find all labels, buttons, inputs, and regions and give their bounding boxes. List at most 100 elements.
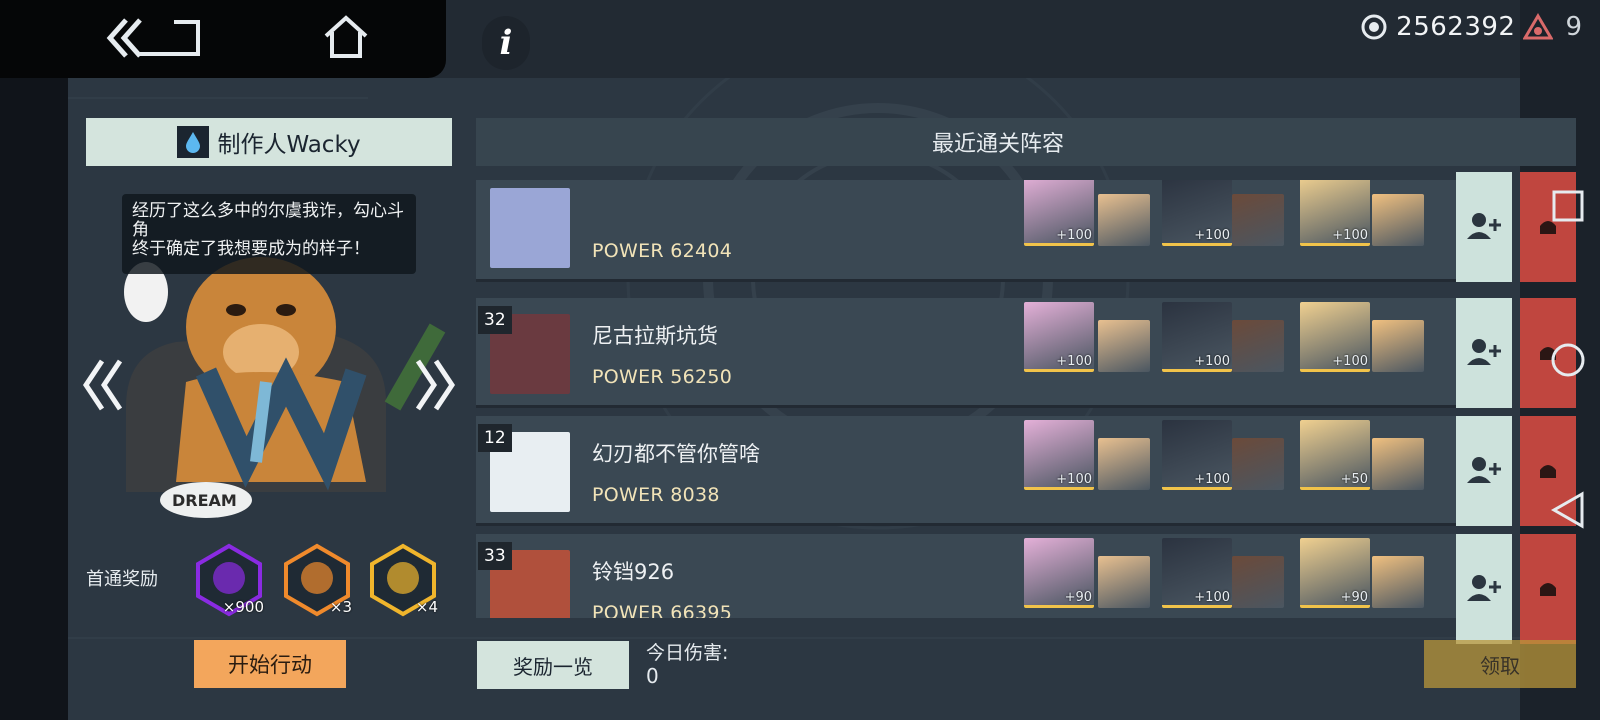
hero-portrait[interactable]: +100 [1162,538,1232,608]
add-friend-button[interactable] [1456,172,1512,282]
lineup-row[interactable]: POWER 62404 +100 +100 +100 [476,180,1456,282]
hero-level: +100 [1056,472,1092,487]
hero-portrait[interactable] [1232,438,1284,490]
add-user-icon [1467,456,1501,483]
reward-quantity: ×4 [415,598,438,616]
recent-apps-icon[interactable] [1552,190,1584,222]
reward-quantity: ×3 [329,598,352,616]
top-bar [0,0,446,78]
author-bar: 制作人Wacky [86,118,452,166]
hero-portrait[interactable] [1372,320,1424,372]
player-name: 幻刃都不管你管啥 [592,442,760,466]
reward-item[interactable]: ×3 [278,540,356,618]
hero-level: +50 [1340,472,1368,487]
hero-portrait[interactable] [1232,194,1284,246]
system-back-icon[interactable] [1550,491,1584,529]
hero-portrait[interactable] [1372,556,1424,608]
home-icon [324,15,368,58]
alarm-icon [1540,582,1556,596]
hero-portrait[interactable]: +100 [1162,302,1232,372]
report-button[interactable] [1520,534,1576,644]
hero-level: +100 [1194,590,1230,605]
system-home-icon[interactable] [1551,343,1585,377]
previous-arrow-icon[interactable] [82,355,124,415]
speech-text: 经历了这么多中的尔虞我诈，勾心斗角 终于确定了我想要成为的样子！ [132,201,404,259]
hero-portrait[interactable]: +50 [1300,420,1370,490]
add-user-icon [1467,574,1501,601]
recent-lineup-header: 最近通关阵容 [476,118,1576,166]
hero-portrait[interactable] [1098,438,1150,490]
speech-bubble: 经历了这么多中的尔虞我诈，勾心斗角 终于确定了我想要成为的样子！ [122,194,416,274]
hero-portrait[interactable]: +100 [1162,180,1232,246]
team-power: POWER 8038 [592,484,720,506]
hero-portrait[interactable]: +100 [1162,420,1232,490]
hero-portrait[interactable] [1098,320,1150,372]
currency-bar: 2562392 9 [1360,6,1600,48]
game-screen: SDQ-GENE i 2562392 9 [0,0,1600,720]
add-friend-button[interactable] [1456,416,1512,526]
ticket-count: 9 [1565,12,1582,42]
hero-level: +100 [1332,228,1368,243]
lineup-row[interactable]: 32 尼古拉斯坑货 POWER 56250 +100 +100 +100 [476,298,1456,408]
hero-portrait[interactable]: +90 [1300,538,1370,608]
hero-level: +100 [1332,354,1368,369]
team-power: POWER 66395 [592,602,733,618]
boss-portrait: DREAM [86,232,458,532]
author-name: 制作人Wacky [217,132,361,158]
reward-item[interactable]: ×4 [364,540,442,618]
today-damage-value: 0 [646,664,659,688]
add-friend-button[interactable] [1456,298,1512,408]
player-name: 铃铛926 [592,560,675,584]
player-name: 尼古拉斯坑货 [592,324,718,348]
reward-quantity: ×900 [222,598,264,616]
first-clear-reward-label: 首通奖励 [86,569,158,590]
lineup-row[interactable]: 12 幻刃都不管你管啥 POWER 8038 +100 +100 +50 [476,416,1456,526]
water-drop-icon [177,126,210,158]
player-level: 33 [478,542,512,570]
hero-portrait[interactable]: +100 [1300,302,1370,372]
hero-portrait[interactable] [1232,556,1284,608]
system-nav-bar [1550,190,1585,529]
hero-level: +90 [1340,590,1368,605]
hero-level: +100 [1194,228,1230,243]
hero-portrait[interactable]: +100 [1024,302,1094,372]
hero-level: +100 [1056,354,1092,369]
hero-portrait[interactable]: +100 [1024,180,1094,246]
hero-level: +100 [1056,228,1092,243]
recent-lineup-title: 最近通关阵容 [931,132,1064,157]
hero-portrait[interactable] [1232,320,1284,372]
home-button[interactable] [322,14,370,60]
info-button[interactable]: i [482,16,530,70]
team-power: POWER 56250 [592,366,733,388]
hero-portrait[interactable] [1372,194,1424,246]
back-icon [106,18,200,58]
hero-portrait[interactable] [1098,556,1150,608]
reward-item[interactable]: ×900 [190,540,268,618]
currency-icon [1361,14,1387,40]
lineup-list[interactable]: POWER 62404 +100 +100 +100 32 尼古拉斯坑货 POWER 562… [476,180,1576,618]
hero-portrait[interactable]: +100 [1300,180,1370,246]
add-user-icon [1467,212,1501,239]
claim-button[interactable]: 领取 [1424,640,1576,688]
ticket-icon [1523,13,1554,40]
next-arrow-icon[interactable] [414,355,456,415]
hero-level: +90 [1064,590,1092,605]
add-friend-button[interactable] [1456,534,1512,644]
today-damage-label: 今日伤害: [646,642,729,664]
player-level: 12 [478,424,512,452]
hero-portrait[interactable]: +90 [1024,538,1094,608]
hero-portrait[interactable] [1372,438,1424,490]
back-button[interactable] [104,16,204,60]
start-battle-button[interactable]: 开始行动 [194,640,346,688]
reward-list-button[interactable]: 奖励一览 [477,641,629,689]
bear-sign-text: DREAM [172,491,237,510]
hero-level: +100 [1194,354,1230,369]
hero-portrait[interactable]: +100 [1024,420,1094,490]
lineup-row[interactable]: 33 铃铛926 POWER 66395 +90 +100 +90 [476,534,1456,618]
player-avatar [490,188,570,268]
currency-amount: 2562392 [1396,12,1516,42]
player-level: 32 [478,306,512,334]
team-power: POWER 62404 [592,240,733,262]
add-user-icon [1467,338,1501,365]
hero-portrait[interactable] [1098,194,1150,246]
